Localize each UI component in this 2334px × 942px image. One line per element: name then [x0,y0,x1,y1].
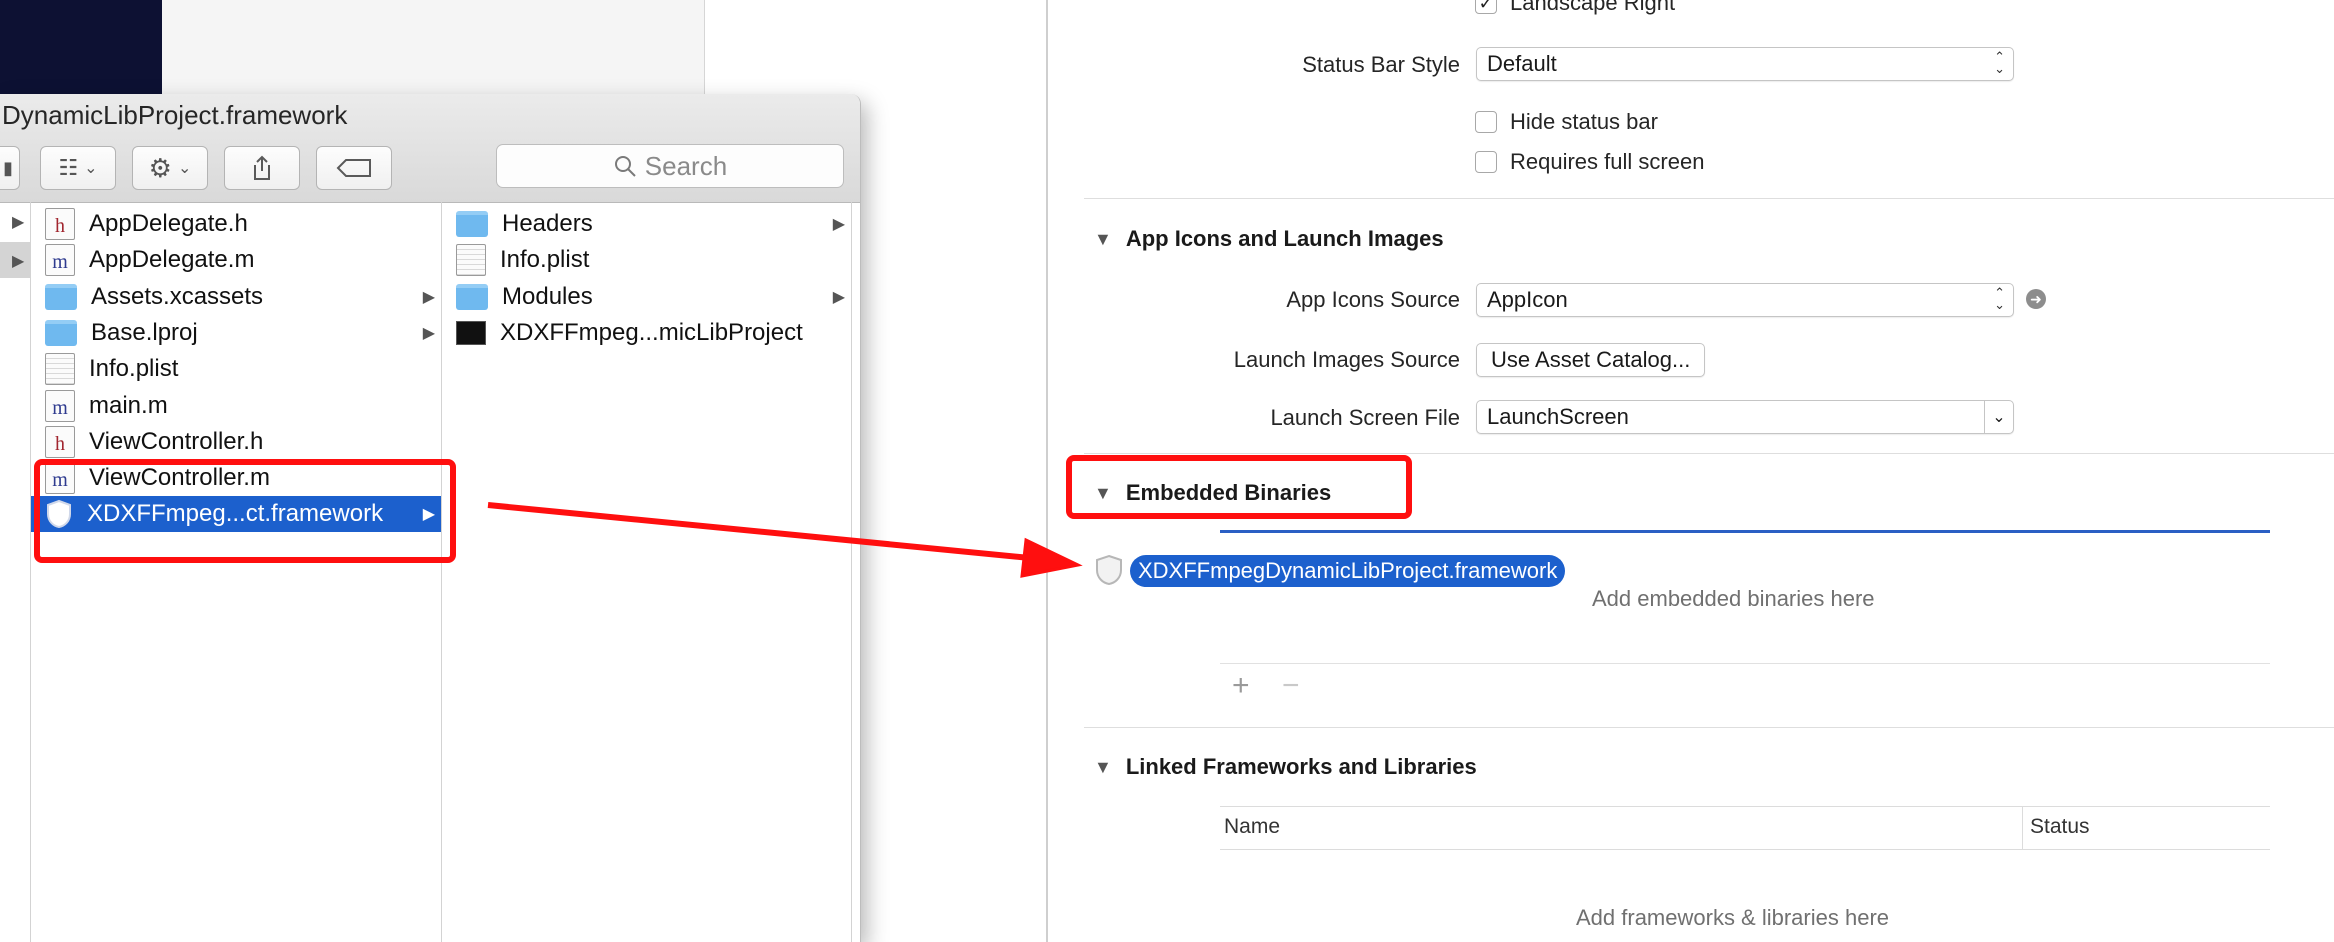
annotation-arrow [487,502,1083,578]
